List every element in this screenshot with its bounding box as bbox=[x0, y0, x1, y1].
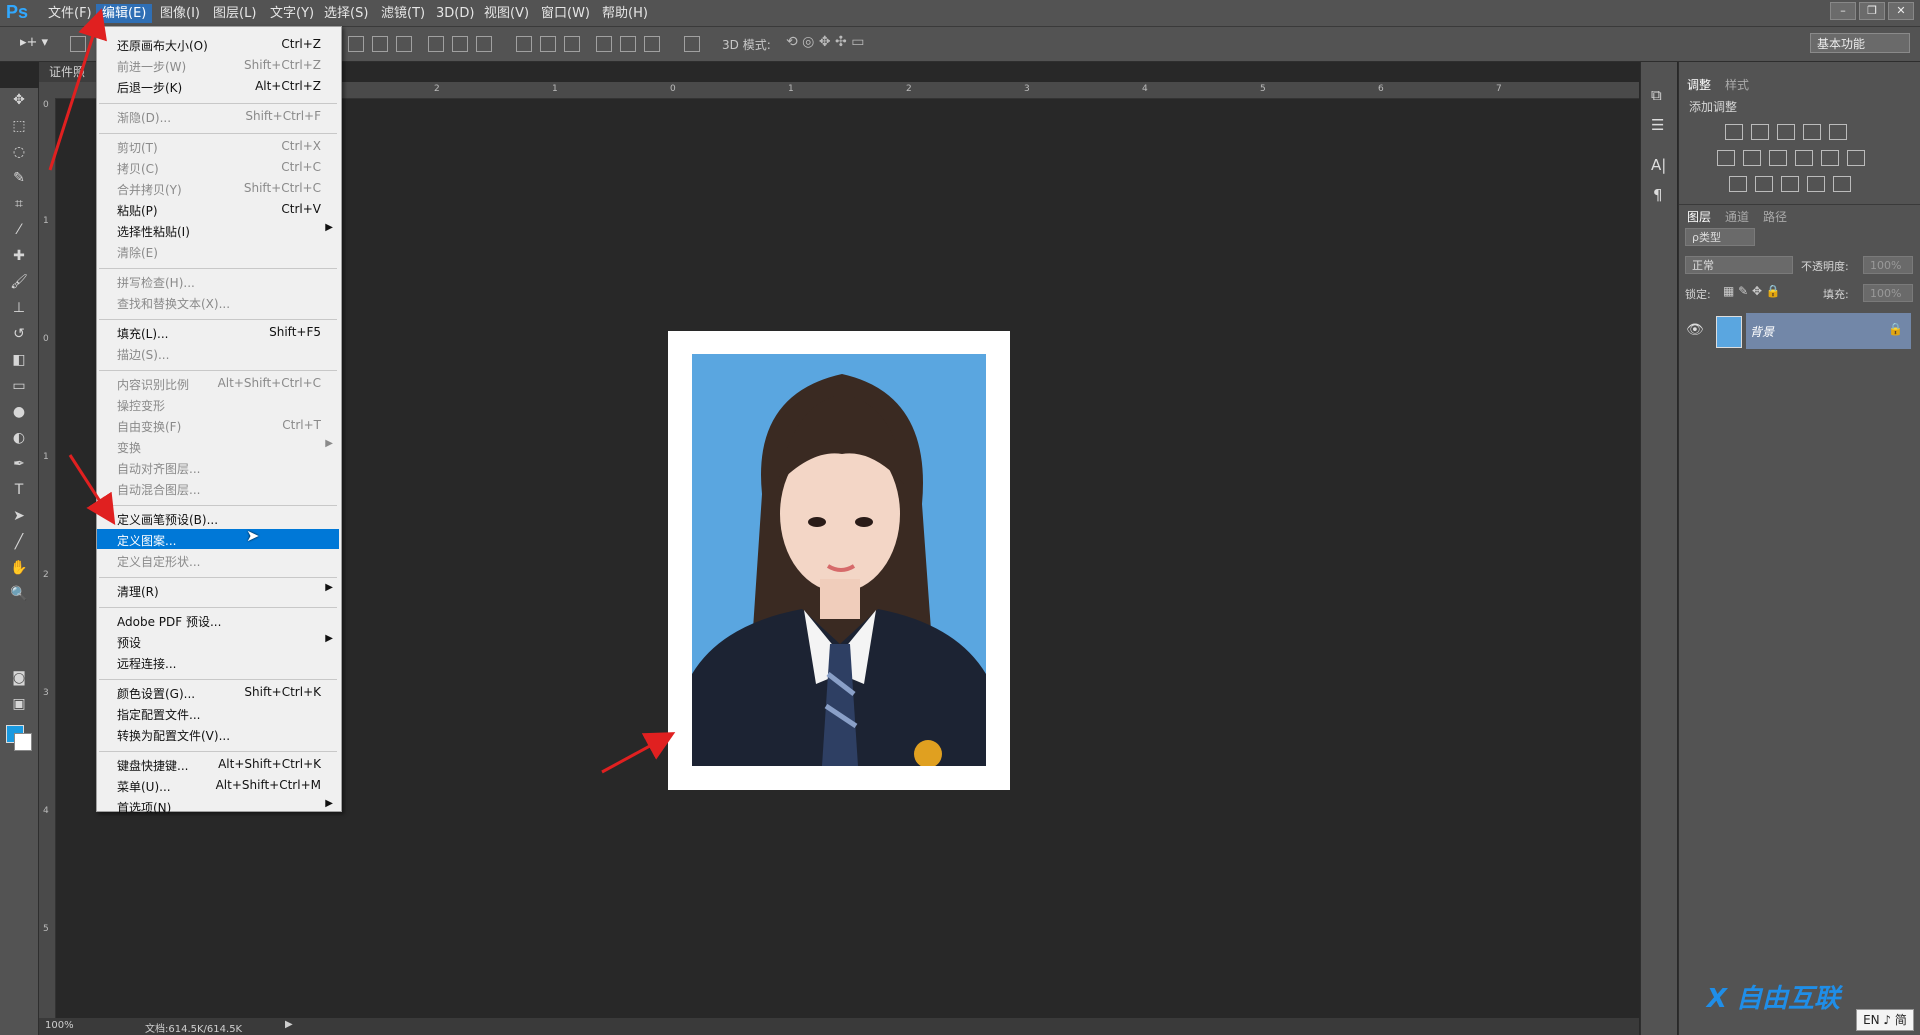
watermark-text: 自由互联 bbox=[1735, 984, 1840, 1014]
arrow-to-define-pattern bbox=[68, 454, 116, 526]
watermark-logo: X 自由互联 bbox=[1706, 984, 1840, 1014]
annotation-arrows bbox=[48, 8, 676, 774]
arrow-to-edit-menu bbox=[48, 8, 107, 171]
arrow-to-canvas bbox=[601, 732, 676, 774]
mouse-cursor-icon: ➤ bbox=[246, 526, 260, 545]
ime-indicator[interactable]: EN ♪ 简 bbox=[1856, 1009, 1914, 1031]
